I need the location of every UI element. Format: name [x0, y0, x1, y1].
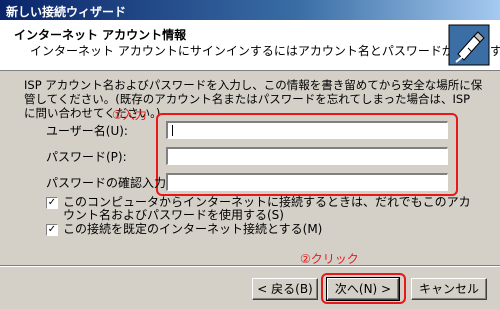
share-account-label[interactable]: このコンピュータからインターネットに接続するときは、だれでもこのアカウント名およ… — [63, 196, 473, 222]
window-title: 新しい接続ウィザード — [6, 5, 127, 19]
back-button[interactable]: < 戻る(B) — [252, 278, 318, 300]
header-subtitle: インターネット アカウントにサインインするにはアカウント名とパスワードが必要です… — [30, 44, 500, 58]
password-label: パスワード(P): — [46, 150, 127, 164]
step1-annotation: ①入力 — [112, 108, 147, 122]
share-account-checkbox[interactable]: ✓ — [46, 197, 58, 209]
username-label: ユーザー名(U): — [46, 124, 128, 138]
default-connection-label[interactable]: この接続を既定のインターネット接続とする(M) — [63, 223, 322, 236]
text-caret — [172, 125, 173, 136]
title-bar: 新しい接続ウィザード — [0, 0, 500, 20]
header-title: インターネット アカウント情報 — [14, 28, 187, 42]
username-field[interactable] — [166, 121, 448, 139]
next-button[interactable]: 次へ(N) > — [326, 277, 400, 301]
password-field[interactable] — [166, 147, 448, 165]
network-connection-icon — [448, 24, 490, 66]
confirm-password-field[interactable] — [166, 173, 448, 191]
cancel-button[interactable]: キャンセル — [411, 278, 487, 300]
default-connection-checkbox[interactable]: ✓ — [46, 224, 58, 236]
wizard-header: インターネット アカウント情報 インターネット アカウントにサインインするにはア… — [0, 20, 500, 71]
footer-separator — [0, 265, 500, 267]
